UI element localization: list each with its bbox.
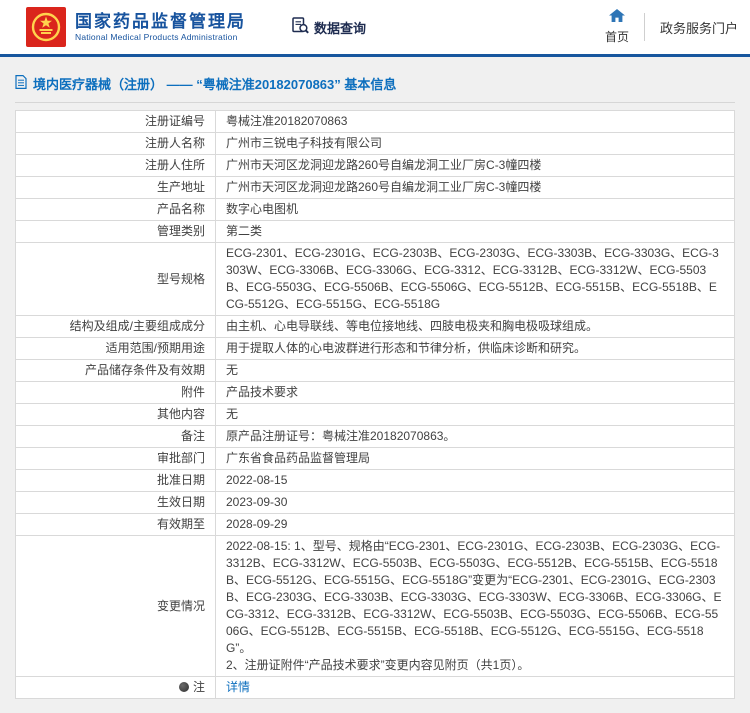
field-value: 广州市三锐电子科技有限公司	[216, 133, 735, 155]
table-row: 备注原产品注册证号：粤械注准20182070863。	[16, 426, 735, 448]
home-link[interactable]: 首页	[605, 9, 629, 45]
field-label: 结构及组成/主要组成成分	[16, 316, 216, 338]
field-value: 粤械注准20182070863	[216, 111, 735, 133]
agency-name-zh: 国家药品监督管理局	[75, 12, 246, 32]
field-value: 无	[216, 404, 735, 426]
data-query-icon	[292, 17, 309, 37]
field-value: ECG-2301、ECG-2301G、ECG-2303B、ECG-2303G、E…	[216, 243, 735, 316]
field-value: 用于提取人体的心电波群进行形态和节律分析，供临床诊断和研究。	[216, 338, 735, 360]
field-label: 其他内容	[16, 404, 216, 426]
field-value: 2022-08-15: 1、型号、规格由“ECG-2301、ECG-2301G、…	[216, 536, 735, 677]
field-value: 无	[216, 360, 735, 382]
home-icon	[609, 9, 625, 25]
field-label: 注册证编号	[16, 111, 216, 133]
table-row: 有效期至2028-09-29	[16, 514, 735, 536]
table-row: 生效日期2023-09-30	[16, 492, 735, 514]
site-header: 国家药品监督管理局 National Medical Products Admi…	[0, 0, 750, 57]
table-row: 注册人住所广州市天河区龙洞迎龙路260号自编龙洞工业厂房C-3幢四楼	[16, 155, 735, 177]
field-value: 2023-09-30	[216, 492, 735, 514]
field-value: 第二类	[216, 221, 735, 243]
field-value: 广东省食品药品监督管理局	[216, 448, 735, 470]
table-row: 注册人名称广州市三锐电子科技有限公司	[16, 133, 735, 155]
table-row: 其他内容无	[16, 404, 735, 426]
field-label: 注	[16, 677, 216, 699]
table-row: 产品储存条件及有效期无	[16, 360, 735, 382]
field-label: 型号规格	[16, 243, 216, 316]
portal-link[interactable]: 政务服务门户	[660, 18, 738, 37]
brand-text: 国家药品监督管理局 National Medical Products Admi…	[75, 12, 246, 42]
field-label: 产品储存条件及有效期	[16, 360, 216, 382]
table-row: 管理类别第二类	[16, 221, 735, 243]
page-title: 境内医疗器械（注册） —— “粤械注准20182070863” 基本信息	[33, 74, 396, 93]
data-query-label: 数据查询	[314, 18, 366, 37]
table-row: 变更情况2022-08-15: 1、型号、规格由“ECG-2301、ECG-23…	[16, 536, 735, 677]
field-label: 有效期至	[16, 514, 216, 536]
field-label: 生效日期	[16, 492, 216, 514]
field-value: 数字心电图机	[216, 199, 735, 221]
field-label: 注册人住所	[16, 155, 216, 177]
field-label: 批准日期	[16, 470, 216, 492]
field-value: 广州市天河区龙洞迎龙路260号自编龙洞工业厂房C-3幢四楼	[216, 155, 735, 177]
table-row: 批准日期2022-08-15	[16, 470, 735, 492]
table-row: 结构及组成/主要组成成分由主机、心电导联线、等电位接地线、四肢电极夹和胸电极吸球…	[16, 316, 735, 338]
field-value: 2022-08-15	[216, 470, 735, 492]
field-label: 审批部门	[16, 448, 216, 470]
field-label: 注册人名称	[16, 133, 216, 155]
home-label: 首页	[605, 28, 629, 45]
registration-info-table: 注册证编号粤械注准20182070863注册人名称广州市三锐电子科技有限公司注册…	[15, 110, 735, 699]
field-value-paragraph: 2022-08-15: 1、型号、规格由“ECG-2301、ECG-2301G、…	[226, 538, 724, 657]
field-label: 附件	[16, 382, 216, 404]
main-content: 境内医疗器械（注册） —— “粤械注准20182070863” 基本信息 注册证…	[0, 57, 750, 713]
table-row: 型号规格ECG-2301、ECG-2301G、ECG-2303B、ECG-230…	[16, 243, 735, 316]
header-divider	[644, 13, 645, 41]
data-query-link[interactable]: 数据查询	[292, 17, 366, 37]
field-value-paragraph: 2、注册证附件“产品技术要求”变更内容见附页（共1页）。	[226, 657, 724, 674]
table-row: 产品名称数字心电图机	[16, 199, 735, 221]
agency-name-en: National Medical Products Administration	[75, 32, 246, 42]
field-label: 产品名称	[16, 199, 216, 221]
table-row: 审批部门广东省食品药品监督管理局	[16, 448, 735, 470]
field-value: 详情	[216, 677, 735, 699]
table-row: 注详情	[16, 677, 735, 699]
info-table-body: 注册证编号粤械注准20182070863注册人名称广州市三锐电子科技有限公司注册…	[16, 111, 735, 699]
note-icon	[179, 682, 189, 692]
document-icon	[15, 75, 27, 92]
field-value: 2028-09-29	[216, 514, 735, 536]
field-label: 生产地址	[16, 177, 216, 199]
field-label: 适用范围/预期用途	[16, 338, 216, 360]
table-row: 生产地址广州市天河区龙洞迎龙路260号自编龙洞工业厂房C-3幢四楼	[16, 177, 735, 199]
header-nav: 首页 政务服务门户	[605, 9, 742, 45]
field-label: 管理类别	[16, 221, 216, 243]
field-value: 产品技术要求	[216, 382, 735, 404]
field-value: 原产品注册证号：粤械注准20182070863。	[216, 426, 735, 448]
field-value: 广州市天河区龙洞迎龙路260号自编龙洞工业厂房C-3幢四楼	[216, 177, 735, 199]
page-title-bar: 境内医疗器械（注册） —— “粤械注准20182070863” 基本信息	[15, 63, 735, 103]
detail-link[interactable]: 详情	[226, 680, 250, 694]
field-value: 由主机、心电导联线、等电位接地线、四肢电极夹和胸电极吸球组成。	[216, 316, 735, 338]
field-label: 备注	[16, 426, 216, 448]
nmpa-emblem-logo	[26, 7, 66, 47]
brand: 国家药品监督管理局 National Medical Products Admi…	[26, 7, 246, 47]
table-row: 适用范围/预期用途用于提取人体的心电波群进行形态和节律分析，供临床诊断和研究。	[16, 338, 735, 360]
table-row: 注册证编号粤械注准20182070863	[16, 111, 735, 133]
table-row: 附件产品技术要求	[16, 382, 735, 404]
field-label: 变更情况	[16, 536, 216, 677]
